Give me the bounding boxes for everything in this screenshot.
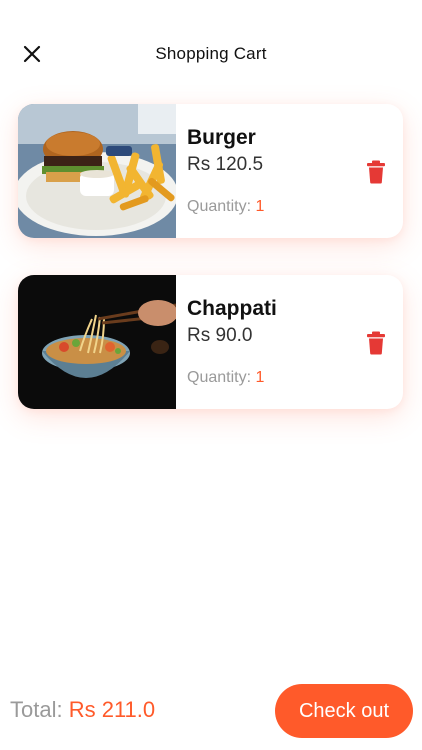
item-name: Burger bbox=[187, 126, 256, 149]
quantity-label: Quantity: bbox=[187, 369, 256, 386]
item-price: Rs 90.0 bbox=[187, 325, 253, 346]
cart-total: Total: Rs 211.0 bbox=[10, 697, 155, 723]
item-quantity: Quantity: 1 bbox=[187, 198, 264, 216]
trash-icon bbox=[367, 160, 385, 184]
checkout-button[interactable]: Check out bbox=[275, 684, 413, 738]
total-label: Total: bbox=[10, 697, 69, 722]
total-value: Rs 211.0 bbox=[68, 697, 156, 722]
delete-button[interactable] bbox=[366, 160, 386, 184]
page-title: Shopping Cart bbox=[155, 44, 267, 63]
noodle-bowl-image bbox=[18, 275, 176, 409]
shopping-cart-screen: Shopping Cart Burger Rs 120.5 Quantity: … bbox=[0, 0, 422, 750]
item-name: Chappati bbox=[187, 297, 277, 320]
quantity-label: Quantity: bbox=[187, 198, 256, 215]
burger-image bbox=[18, 104, 176, 238]
quantity-value: 1 bbox=[255, 369, 265, 386]
item-quantity: Quantity: 1 bbox=[187, 369, 264, 387]
cart-item-card[interactable]: Chappati Rs 90.0 Quantity: 1 bbox=[18, 275, 403, 409]
delete-button[interactable] bbox=[366, 331, 386, 355]
header: Shopping Cart bbox=[0, 0, 422, 100]
item-price: Rs 120.5 bbox=[187, 154, 264, 175]
trash-icon bbox=[367, 331, 385, 355]
quantity-value: 1 bbox=[255, 198, 265, 215]
cart-item-card[interactable]: Burger Rs 120.5 Quantity: 1 bbox=[18, 104, 403, 238]
